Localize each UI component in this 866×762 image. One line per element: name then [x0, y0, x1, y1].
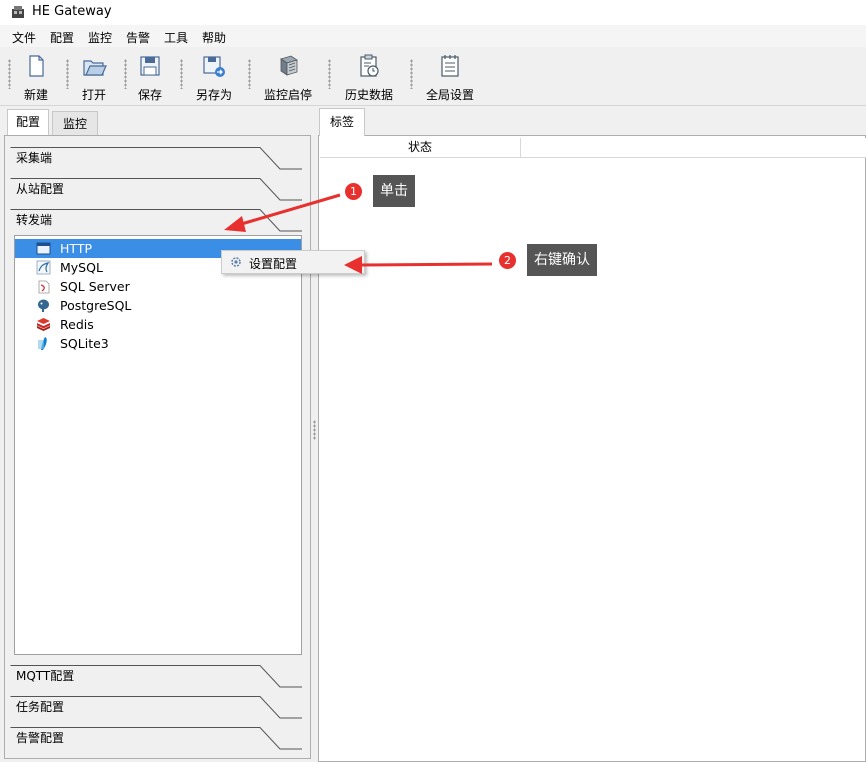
tree-item-label: Redis	[60, 317, 94, 332]
global-settings-button[interactable]: 全局设置	[424, 51, 476, 103]
toolbar-grip	[410, 59, 413, 89]
history-clipboard-icon	[360, 54, 379, 77]
splitter-handle[interactable]	[313, 420, 316, 440]
monitor-toggle-button[interactable]: 监控启停	[262, 51, 314, 103]
settings-list-icon	[441, 55, 459, 77]
open-button-label: 打开	[81, 88, 106, 102]
menu-tools[interactable]: 工具	[164, 29, 188, 46]
tree-item-postgresql[interactable]: PostgreSQL	[20, 296, 300, 315]
gear-icon	[231, 257, 241, 267]
toolbar-grip	[328, 59, 331, 89]
group-forwarder[interactable]: 转发端	[10, 207, 302, 238]
group-task-label: 任务配置	[16, 700, 65, 714]
annotation-badge-1: 1	[343, 181, 364, 202]
group-slave[interactable]: 从站配置	[10, 176, 302, 207]
sqlite-icon	[38, 337, 47, 350]
new-button[interactable]: 新建	[20, 51, 52, 103]
menu-monitor[interactable]: 监控	[88, 29, 112, 46]
annotation-callout-2: 右键确认	[527, 244, 597, 276]
toolbar: 新建 打开 保存 另存为 监控启停 历史数据 全局设置	[0, 47, 866, 106]
menu-bar: 文件 配置 监控 告警 工具 帮助	[0, 25, 866, 47]
monitor-toggle-label: 监控启停	[263, 88, 312, 102]
window-title: HE Gateway	[32, 4, 112, 19]
app-icon	[12, 6, 24, 18]
group-slave-label: 从站配置	[16, 182, 65, 196]
tab-tags[interactable]: 标签	[319, 108, 365, 136]
new-file-icon	[29, 55, 44, 77]
global-settings-label: 全局设置	[425, 88, 474, 102]
group-mqtt[interactable]: MQTT配置	[10, 663, 302, 694]
toolbar-grip	[248, 59, 251, 89]
tab-monitor[interactable]: 监控	[52, 111, 98, 137]
server-icon	[280, 55, 298, 76]
save-button-label: 保存	[137, 88, 162, 102]
tags-panel	[318, 135, 866, 762]
sqlserver-icon	[38, 280, 50, 294]
history-button[interactable]: 历史数据	[343, 51, 395, 103]
group-forwarder-label: 转发端	[16, 213, 53, 227]
group-task[interactable]: 任务配置	[10, 694, 302, 725]
tree-item-label: PostgreSQL	[60, 298, 132, 313]
open-button[interactable]: 打开	[78, 51, 110, 103]
tree-item-sqlite[interactable]: SQLite3	[20, 334, 300, 353]
save-button[interactable]: 保存	[134, 51, 166, 103]
menu-alarm[interactable]: 告警	[126, 29, 150, 46]
menu-config[interactable]: 配置	[50, 29, 74, 46]
postgresql-icon	[38, 299, 49, 312]
annotation-badge-2: 2	[497, 250, 518, 271]
menu-file[interactable]: 文件	[12, 29, 36, 46]
annotation-callout-1: 单击	[373, 175, 415, 207]
toolbar-grip	[180, 59, 183, 89]
toolbar-grip	[66, 59, 69, 89]
title-bar: HE Gateway	[0, 0, 866, 25]
toolbar-grip	[124, 59, 127, 89]
toolbar-grip	[8, 59, 11, 89]
context-menu: 设置配置	[221, 250, 365, 274]
column-status[interactable]: 状态	[320, 138, 521, 157]
tree-item-label: SQL Server	[60, 279, 130, 294]
new-button-label: 新建	[23, 88, 48, 102]
group-alarm[interactable]: 告警配置	[10, 725, 302, 756]
tree-item-label: MySQL	[60, 260, 103, 275]
table-header: 状态	[320, 138, 866, 158]
group-collector[interactable]: 采集端	[10, 145, 302, 176]
tree-item-label: HTTP	[60, 241, 92, 256]
window-icon	[36, 242, 51, 255]
history-button-label: 历史数据	[344, 88, 393, 102]
group-mqtt-label: MQTT配置	[16, 669, 75, 683]
save-disk-icon	[140, 56, 160, 76]
redis-icon	[37, 318, 50, 331]
save-as-icon	[203, 56, 225, 77]
context-menu-set-config[interactable]: 设置配置	[222, 251, 364, 273]
open-folder-icon	[83, 60, 107, 76]
tab-config[interactable]: 配置	[7, 109, 49, 137]
tree-item-label: SQLite3	[60, 336, 109, 351]
group-outline	[10, 147, 302, 170]
menu-help[interactable]: 帮助	[202, 29, 226, 46]
group-outline	[10, 209, 302, 232]
tree-item-redis[interactable]: Redis	[20, 315, 300, 334]
tree-item-sqlserver[interactable]: SQL Server	[20, 277, 300, 296]
save-as-button[interactable]: 另存为	[194, 51, 234, 103]
save-as-button-label: 另存为	[195, 88, 232, 102]
group-collector-label: 采集端	[16, 151, 53, 165]
mysql-icon	[36, 260, 51, 275]
group-alarm-label: 告警配置	[16, 731, 65, 745]
context-menu-item-label: 设置配置	[249, 257, 298, 271]
